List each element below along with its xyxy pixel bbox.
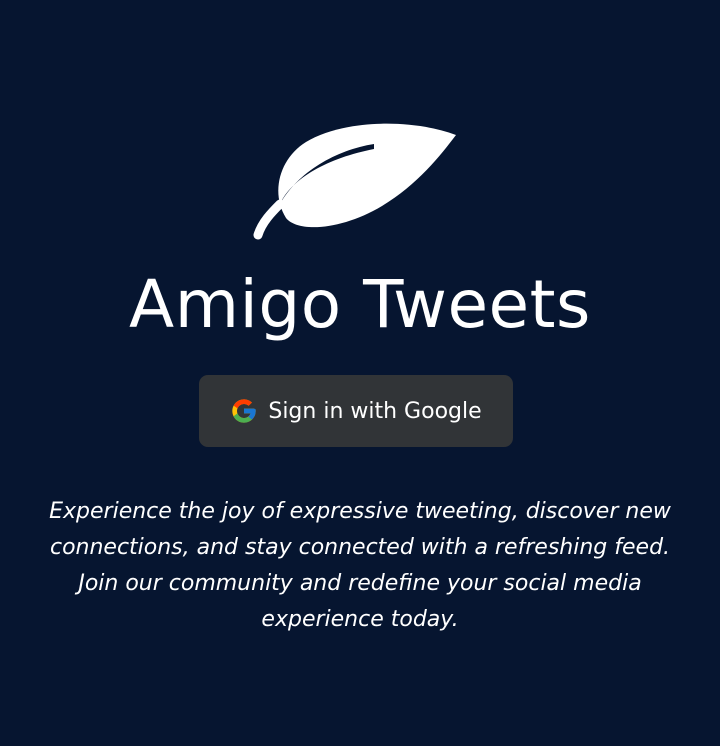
sign-in-page: Amigo Tweets Sign in with Google Experie… bbox=[0, 0, 720, 746]
google-icon bbox=[230, 397, 258, 425]
sign-in-label: Sign in with Google bbox=[268, 398, 482, 424]
app-title: Amigo Tweets bbox=[129, 266, 591, 343]
leaf-icon bbox=[250, 122, 460, 242]
tagline-text: Experience the joy of expressive tweetin… bbox=[49, 499, 671, 632]
sign-in-with-google-button[interactable]: Sign in with Google bbox=[199, 375, 513, 447]
